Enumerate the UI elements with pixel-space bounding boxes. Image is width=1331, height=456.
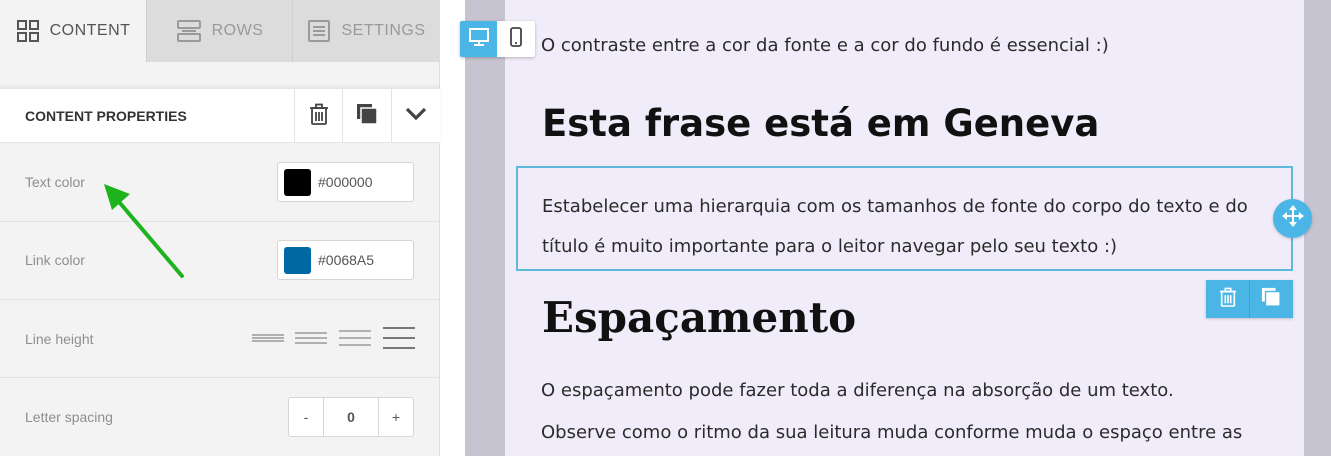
move-arrows-icon: [1281, 204, 1305, 233]
tab-content-label: CONTENT: [49, 22, 131, 39]
line-height-option-2[interactable]: [295, 327, 327, 349]
tab-settings[interactable]: SETTINGS: [292, 0, 440, 62]
desktop-view-button[interactable]: [460, 21, 497, 57]
spacing-paragraph-line-2[interactable]: Observe como o ritmo da sua leitura muda…: [541, 422, 1242, 443]
letter-spacing-stepper: - 0 +: [288, 397, 414, 437]
move-handle[interactable]: [1273, 199, 1312, 238]
tab-rows-label: ROWS: [211, 22, 264, 39]
view-toggle: [460, 21, 535, 57]
delete-button[interactable]: [294, 89, 342, 143]
text-color-row: Text color #000000: [0, 143, 440, 222]
tab-bar: CONTENT ROWS SETTINGS: [0, 0, 440, 62]
mobile-view-button[interactable]: [497, 21, 534, 57]
duplicate-icon: [356, 103, 378, 130]
link-color-swatch[interactable]: [284, 247, 311, 274]
sidebar-panel: CONTENT ROWS SETTINGS CONTENT PROPERTIES: [0, 0, 440, 456]
letter-spacing-label: Letter spacing: [25, 409, 113, 425]
trash-icon: [1219, 287, 1237, 312]
content-properties-title: CONTENT PROPERTIES: [25, 108, 187, 124]
text-color-swatch[interactable]: [284, 169, 311, 196]
duplicate-button[interactable]: [342, 89, 390, 143]
block-duplicate-button[interactable]: [1249, 280, 1292, 318]
chevron-down-icon: [405, 107, 427, 126]
heading-spacing[interactable]: Espaçamento: [542, 293, 856, 342]
link-color-row: Link color #0068A5: [0, 222, 440, 300]
link-color-value[interactable]: #0068A5: [318, 252, 374, 268]
mobile-icon: [509, 26, 522, 52]
annotation-arrow-icon: [104, 184, 184, 278]
hierarchy-paragraph[interactable]: Estabelecer uma hierarquia com os tamanh…: [542, 187, 1282, 267]
trash-icon: [309, 103, 329, 130]
letter-spacing-decrease-button[interactable]: -: [289, 398, 323, 436]
intro-text[interactable]: O contraste entre a cor da fonte e a cor…: [541, 35, 1109, 56]
duplicate-icon: [1261, 287, 1281, 312]
text-color-picker[interactable]: #000000: [277, 162, 414, 202]
tab-settings-label: SETTINGS: [341, 22, 426, 39]
tab-rows[interactable]: ROWS: [146, 0, 292, 62]
block-delete-button[interactable]: [1206, 280, 1249, 318]
link-color-picker[interactable]: #0068A5: [277, 240, 414, 280]
settings-doc-icon: [307, 19, 331, 43]
text-color-value[interactable]: #000000: [318, 174, 373, 190]
text-color-label: Text color: [25, 174, 85, 190]
collapse-button[interactable]: [391, 89, 439, 143]
line-height-row: Line height: [0, 300, 440, 378]
heading-geneva[interactable]: Esta frase está em Geneva: [542, 102, 1099, 145]
line-height-option-3[interactable]: [339, 327, 371, 349]
block-action-bar: [1206, 280, 1293, 318]
line-height-option-4[interactable]: [383, 327, 415, 349]
line-height-label: Line height: [25, 331, 94, 347]
letter-spacing-row: Letter spacing - 0 +: [0, 378, 440, 456]
letter-spacing-value[interactable]: 0: [323, 398, 379, 436]
grid-icon: [16, 19, 40, 43]
line-height-options: [252, 327, 416, 349]
content-properties-header: CONTENT PROPERTIES: [0, 88, 440, 143]
line-height-option-1[interactable]: [252, 327, 284, 349]
desktop-icon: [468, 27, 489, 51]
spacing-paragraph-line-1[interactable]: O espaçamento pode fazer toda a diferenç…: [541, 380, 1174, 401]
tab-content[interactable]: CONTENT: [0, 0, 146, 62]
letter-spacing-increase-button[interactable]: +: [379, 398, 413, 436]
link-color-label: Link color: [25, 252, 85, 268]
rows-icon: [176, 19, 202, 43]
